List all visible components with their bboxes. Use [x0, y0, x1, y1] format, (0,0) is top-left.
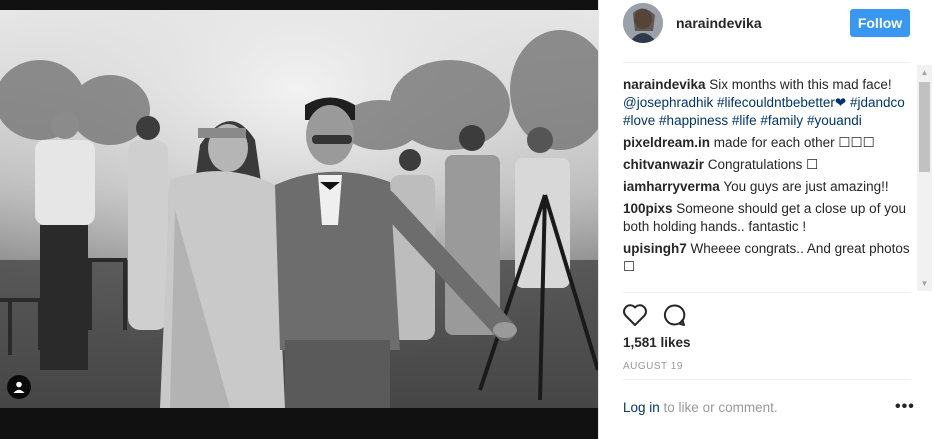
- comment-username[interactable]: chitvanwazir: [623, 157, 704, 172]
- comments-list: naraindevika Six months with this mad fa…: [623, 76, 913, 288]
- post-username[interactable]: naraindevika: [676, 15, 762, 31]
- hashtag[interactable]: #life: [732, 113, 757, 128]
- hashtag[interactable]: #youandi: [807, 113, 862, 128]
- caption-mention[interactable]: @josephradhik: [623, 95, 713, 110]
- hashtag[interactable]: #jdandco: [850, 95, 905, 110]
- caption-username[interactable]: naraindevika: [623, 77, 706, 92]
- avatar-image: [623, 3, 663, 43]
- user-tag-button[interactable]: [7, 375, 31, 399]
- comment-username[interactable]: pixeldream.in: [623, 135, 710, 150]
- login-prompt-text: to like or comment.: [659, 400, 778, 415]
- likes-count[interactable]: 1,581 likes: [623, 335, 691, 350]
- action-bar: [622, 303, 686, 327]
- scrollbar-thumb[interactable]: [919, 82, 930, 172]
- person-icon: [13, 381, 25, 393]
- hashtag[interactable]: #happiness: [659, 113, 728, 128]
- scroll-up-arrow-icon[interactable]: ▲: [917, 65, 932, 80]
- header-divider: [623, 62, 911, 63]
- wedding-photo-illustration: [0, 10, 598, 408]
- comment-item: chitvanwazir Congratulations ☐: [623, 156, 913, 174]
- photo-bottom-bar: [0, 408, 598, 439]
- comment-item: 100pixs Someone should get a close up of…: [623, 200, 913, 236]
- post-date[interactable]: AUGUST 19: [623, 361, 683, 372]
- scroll-down-arrow-icon[interactable]: ▼: [917, 276, 932, 291]
- comment-text: You guys are just amazing!!: [719, 179, 889, 194]
- post-photo[interactable]: [0, 10, 598, 408]
- comment-text: Congratulations ☐: [704, 157, 819, 172]
- footer-divider: [623, 379, 911, 380]
- avatar[interactable]: [623, 3, 663, 43]
- photo-area: [0, 0, 598, 439]
- login-prompt: Log in to like or comment.: [623, 400, 778, 415]
- actions-divider: [623, 292, 911, 293]
- comment-item: iamharryverma You guys are just amazing!…: [623, 178, 913, 196]
- hashtag[interactable]: #family: [760, 113, 803, 128]
- more-options-icon[interactable]: •••: [895, 398, 915, 416]
- photo-top-bar: [0, 0, 598, 10]
- comment-username[interactable]: 100pixs: [623, 201, 673, 216]
- comments-scrollbar[interactable]: ▲ ▼: [917, 65, 932, 291]
- hashtag[interactable]: #lifecouldntbebetter❤: [717, 95, 846, 110]
- caption-text: Six months with this mad face!: [705, 77, 892, 92]
- caption: naraindevika Six months with this mad fa…: [623, 76, 913, 130]
- post-side-panel: naraindevika Follow naraindevika Six mon…: [598, 0, 934, 439]
- comment-username[interactable]: iamharryverma: [623, 179, 720, 194]
- hashtag[interactable]: #love: [623, 113, 655, 128]
- comment-username[interactable]: upisingh7: [623, 241, 687, 256]
- follow-button[interactable]: Follow: [850, 9, 910, 37]
- comment-item: pixeldream.in made for each other ☐☐☐: [623, 134, 913, 152]
- login-link[interactable]: Log in: [623, 400, 660, 415]
- comment-item: upisingh7 Wheeee congrats.. And great ph…: [623, 240, 913, 276]
- comment-bubble-icon[interactable]: [662, 303, 686, 327]
- comment-text: made for each other ☐☐☐: [710, 135, 875, 150]
- heart-icon[interactable]: [622, 303, 648, 327]
- post-header: naraindevika Follow: [599, 0, 934, 62]
